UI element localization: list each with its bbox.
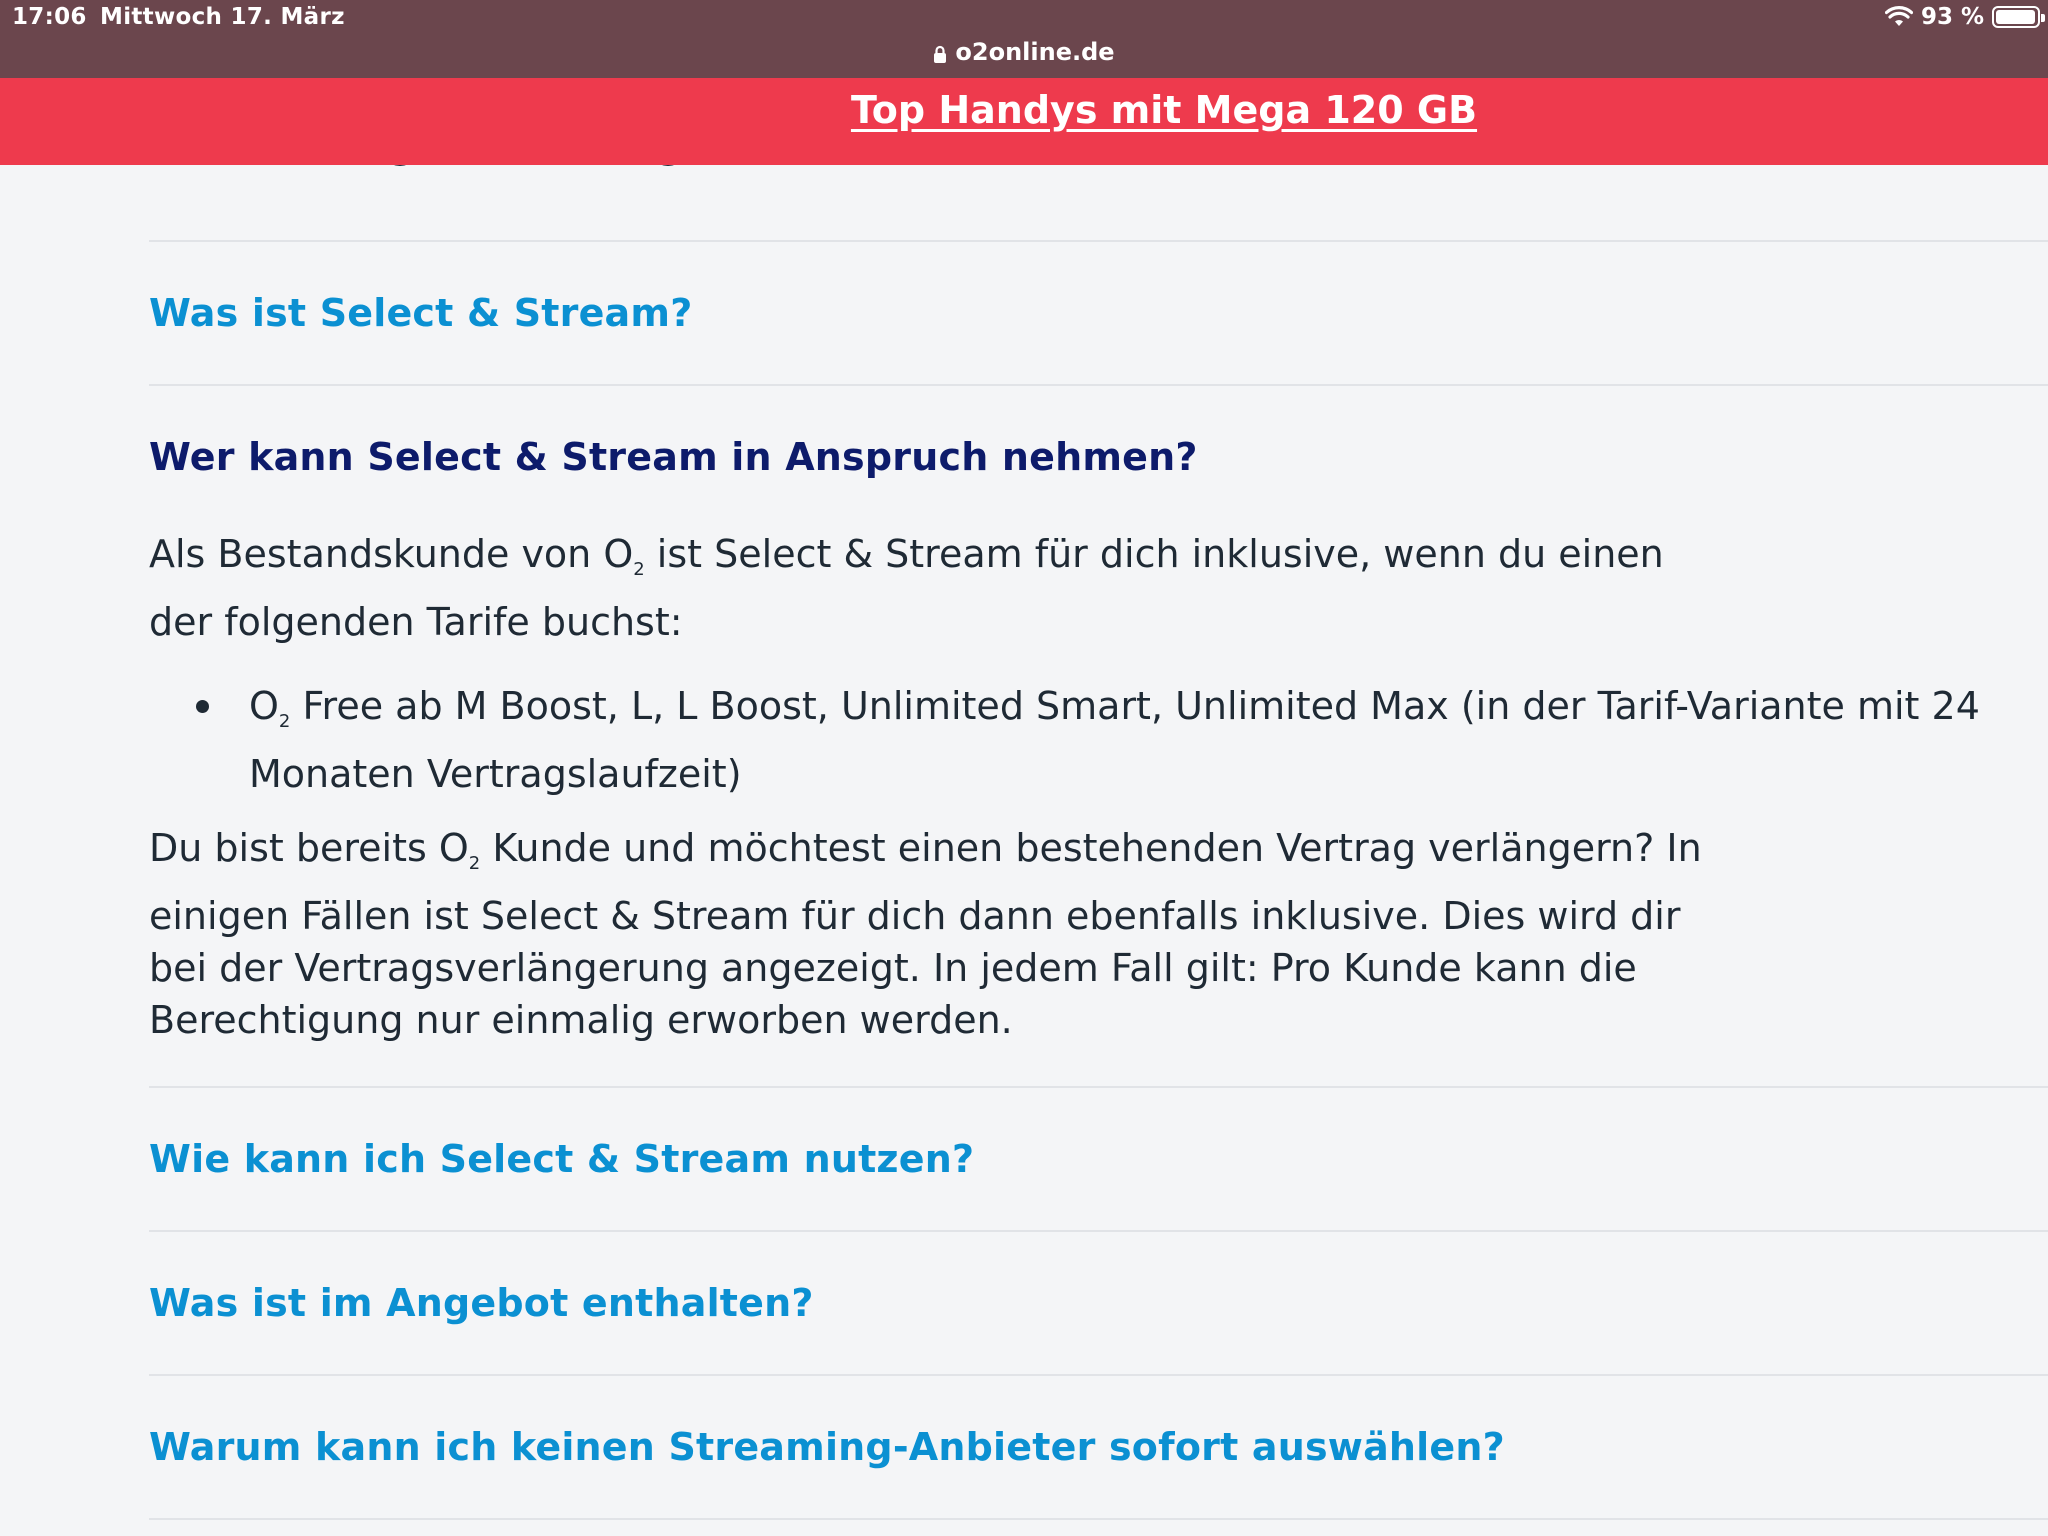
faq-item: Was ist im Angebot enthalten? bbox=[149, 1232, 2048, 1374]
divider bbox=[149, 1518, 2048, 1520]
promo-link[interactable]: Top Handys mit Mega 120 GB bbox=[0, 88, 2048, 132]
url-text: o2online.de bbox=[955, 38, 1115, 66]
answer-paragraph: Du bist bereits O2 Kunde und möchtest ei… bbox=[149, 826, 1702, 1042]
promo-banner: Top Handys mit Mega 120 GB bbox=[0, 78, 2048, 165]
faq-answer: Als Bestandskunde von O2 ist Select & St… bbox=[149, 528, 2048, 1086]
lock-icon bbox=[933, 41, 947, 69]
battery-icon bbox=[1992, 6, 2045, 28]
answer-paragraph: Als Bestandskunde von O2 ist Select & St… bbox=[149, 532, 1664, 644]
faq-question-offer-contents[interactable]: Was ist im Angebot enthalten? bbox=[149, 1232, 2048, 1374]
faq-item: Wie kann ich Select & Stream nutzen? bbox=[149, 1088, 2048, 1230]
faq-item: Warum kann ich keinen Streaming-Anbieter… bbox=[149, 1376, 2048, 1518]
address-bar[interactable]: o2online.de bbox=[0, 38, 2048, 69]
faq-list: Was ist Select & Stream? Wer kann Select… bbox=[149, 240, 2048, 1520]
tariff-list: O2 Free ab M Boost, L, L Boost, Unlimite… bbox=[149, 680, 2048, 800]
faq-question-who-can[interactable]: Wer kann Select & Stream in Anspruch neh… bbox=[149, 386, 2048, 528]
browser-chrome: 17:06 Mittwoch 17. März 93 % o2online.de bbox=[0, 0, 2048, 78]
battery-percentage: 93 % bbox=[1920, 4, 1984, 30]
faq-question-what-is[interactable]: Was ist Select & Stream? bbox=[149, 242, 2048, 384]
bullet-icon bbox=[196, 700, 209, 713]
status-date: Mittwoch 17. März bbox=[100, 4, 345, 30]
status-time: 17:06 bbox=[12, 4, 87, 30]
status-indicators: 93 % bbox=[1884, 4, 2045, 30]
wifi-icon bbox=[1884, 6, 1913, 28]
faq-item-open: Wer kann Select & Stream in Anspruch neh… bbox=[149, 386, 2048, 1086]
faq-item: Was ist Select & Stream? bbox=[149, 242, 2048, 384]
list-item: O2 Free ab M Boost, L, L Boost, Unlimite… bbox=[196, 680, 2048, 800]
faq-question-how-use[interactable]: Wie kann ich Select & Stream nutzen? bbox=[149, 1088, 2048, 1230]
faq-question-why-no-provider[interactable]: Warum kann ich keinen Streaming-Anbieter… bbox=[149, 1376, 2048, 1518]
